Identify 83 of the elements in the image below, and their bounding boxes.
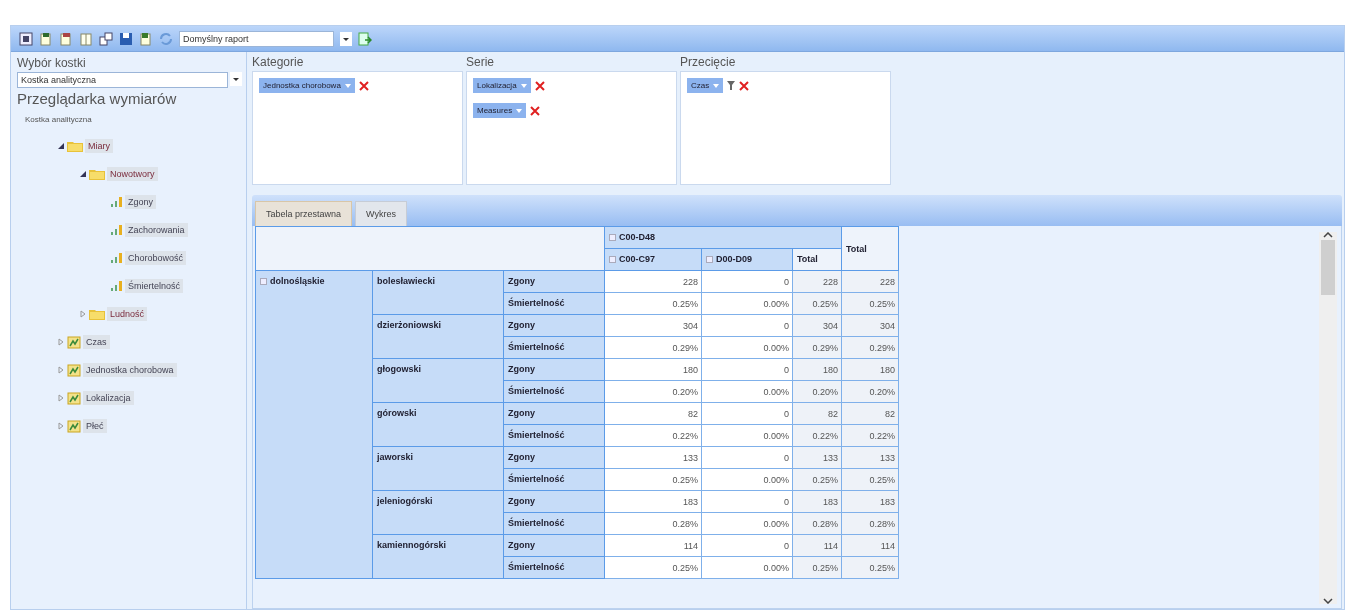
collapse-arrow-icon[interactable] bbox=[57, 142, 65, 150]
chip-label: Czas bbox=[691, 81, 710, 90]
zone-title: Przecięcie bbox=[680, 55, 737, 71]
row-header: jaworski bbox=[372, 446, 504, 491]
expand-arrow-icon[interactable] bbox=[57, 394, 65, 402]
tree-item[interactable]: Czas bbox=[83, 335, 110, 349]
column-header: Total bbox=[841, 226, 899, 271]
caret-icon[interactable] bbox=[516, 108, 523, 113]
columns-icon[interactable] bbox=[79, 31, 93, 46]
dropdown-icon[interactable] bbox=[230, 72, 242, 86]
bar-chart-icon bbox=[111, 281, 123, 291]
scroll-down-icon[interactable] bbox=[1323, 598, 1333, 604]
dropdown-icon[interactable] bbox=[340, 31, 352, 46]
cube-chart-icon bbox=[67, 419, 81, 433]
copy-icon[interactable] bbox=[99, 31, 113, 46]
remove-icon[interactable] bbox=[739, 80, 750, 91]
tree-item[interactable]: Śmiertelność bbox=[125, 279, 184, 293]
field-chip[interactable]: Measures bbox=[473, 103, 527, 118]
row-header[interactable]: dolnośląskie bbox=[255, 270, 373, 579]
chip-label: Lokalizacja bbox=[477, 81, 517, 90]
drop-zone[interactable]: Lokalizacja Measures bbox=[466, 71, 677, 185]
column-header[interactable]: C00-D48 bbox=[604, 226, 842, 249]
zone-title: Kategorie bbox=[252, 55, 305, 71]
folder-icon bbox=[89, 308, 105, 320]
tree-item[interactable]: Jednostka chorobowa bbox=[83, 363, 177, 377]
zone-title: Serie bbox=[466, 55, 495, 71]
field-chip[interactable]: Lokalizacja bbox=[473, 78, 531, 93]
row-header: górowski bbox=[372, 402, 504, 447]
tree-item[interactable]: Lokalizacja bbox=[83, 391, 134, 405]
cube-chart-icon bbox=[67, 363, 81, 377]
remove-icon[interactable] bbox=[534, 80, 545, 91]
tree-item[interactable]: Miary bbox=[85, 139, 113, 153]
expand-arrow-icon[interactable] bbox=[57, 338, 65, 346]
expand-arrow-icon[interactable] bbox=[57, 366, 65, 374]
folder-icon bbox=[89, 168, 105, 180]
cube-select[interactable]: Kostka analityczna bbox=[17, 72, 228, 88]
table-export-icon[interactable] bbox=[139, 31, 153, 46]
field-chip[interactable]: Jednostka chorobowa bbox=[259, 78, 355, 93]
tab[interactable]: Tabela przestawna bbox=[255, 201, 353, 226]
tree-item[interactable]: Zachorowania bbox=[125, 223, 188, 237]
window-icon[interactable] bbox=[19, 31, 33, 46]
field-chip[interactable]: Czas bbox=[687, 78, 724, 93]
tree-item[interactable]: Nowotwory bbox=[107, 167, 158, 181]
cube-label: Wybór kostki bbox=[17, 56, 87, 70]
bar-chart-icon bbox=[111, 197, 123, 207]
row-header: kamiennogórski bbox=[372, 534, 504, 579]
expand-arrow-icon[interactable] bbox=[79, 310, 87, 318]
scroll-thumb[interactable] bbox=[1321, 240, 1335, 295]
bar-chart-icon bbox=[111, 225, 123, 235]
collapse-arrow-icon[interactable] bbox=[79, 170, 87, 178]
remove-icon[interactable] bbox=[358, 80, 369, 91]
chip-label: Jednostka chorobowa bbox=[263, 81, 341, 90]
filter-icon[interactable] bbox=[727, 81, 736, 90]
tree-item[interactable]: Chorobowość bbox=[125, 251, 187, 265]
tree-item[interactable]: Ludność bbox=[107, 307, 148, 321]
dimension-browser-title: Przeglądarka wymiarów bbox=[17, 90, 178, 107]
row-header: dzierżoniowski bbox=[372, 314, 504, 359]
report-select[interactable]: Domyślny raport bbox=[179, 30, 334, 47]
row-header: głogowski bbox=[372, 358, 504, 403]
row-header: jeleniogórski bbox=[372, 490, 504, 535]
caret-icon[interactable] bbox=[344, 83, 351, 88]
tab[interactable]: Wykres bbox=[355, 201, 407, 226]
drop-zone[interactable]: Czas bbox=[680, 71, 891, 185]
expand-arrow-icon[interactable] bbox=[57, 422, 65, 430]
tree-item[interactable]: Zgony bbox=[125, 195, 156, 209]
caret-icon[interactable] bbox=[520, 83, 527, 88]
chip-label: Measures bbox=[477, 106, 513, 115]
table-remove-icon[interactable] bbox=[59, 31, 73, 46]
tree-item[interactable]: Płeć bbox=[83, 419, 107, 433]
bar-chart-icon bbox=[111, 253, 123, 263]
caret-icon[interactable] bbox=[713, 83, 720, 88]
scrollbar[interactable] bbox=[1319, 232, 1337, 604]
scroll-up-icon[interactable] bbox=[1323, 232, 1333, 238]
drop-zone[interactable]: Jednostka chorobowa bbox=[252, 71, 463, 185]
remove-icon[interactable] bbox=[530, 105, 541, 116]
cube-chart-icon bbox=[67, 391, 81, 405]
export-icon[interactable] bbox=[358, 31, 372, 46]
tree-root: Kostka analityczna bbox=[25, 115, 93, 124]
cube-chart-icon bbox=[67, 335, 81, 349]
table-add-icon[interactable] bbox=[39, 31, 53, 46]
save-icon[interactable] bbox=[119, 31, 133, 46]
folder-icon bbox=[67, 140, 83, 152]
row-header: bolesławiecki bbox=[372, 270, 504, 315]
